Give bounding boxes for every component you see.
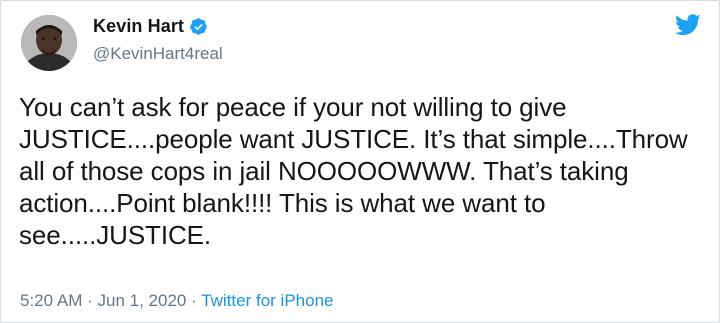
meta-separator: · <box>87 291 93 310</box>
author-display-name[interactable]: Kevin Hart <box>93 16 184 37</box>
tweet-source-link[interactable]: Twitter for iPhone <box>201 291 333 310</box>
verified-badge-icon <box>189 17 208 36</box>
twitter-bird-icon[interactable] <box>675 14 701 36</box>
avatar[interactable] <box>21 15 77 71</box>
tweet-meta: 5:20 AM · Jun 1, 2020 · Twitter for iPho… <box>20 291 333 311</box>
avatar-image <box>21 15 77 71</box>
author-name-row[interactable]: Kevin Hart <box>93 16 208 37</box>
tweet-time[interactable]: 5:20 AM <box>20 291 82 310</box>
tweet-text: You can’t ask for peace if your not will… <box>19 92 688 250</box>
author-handle[interactable]: @KevinHart4real <box>93 44 223 64</box>
tweet-date[interactable]: Jun 1, 2020 <box>98 291 187 310</box>
tweet-card: Kevin Hart @KevinHart4real You can’t ask… <box>0 0 720 323</box>
meta-separator: · <box>191 291 197 310</box>
